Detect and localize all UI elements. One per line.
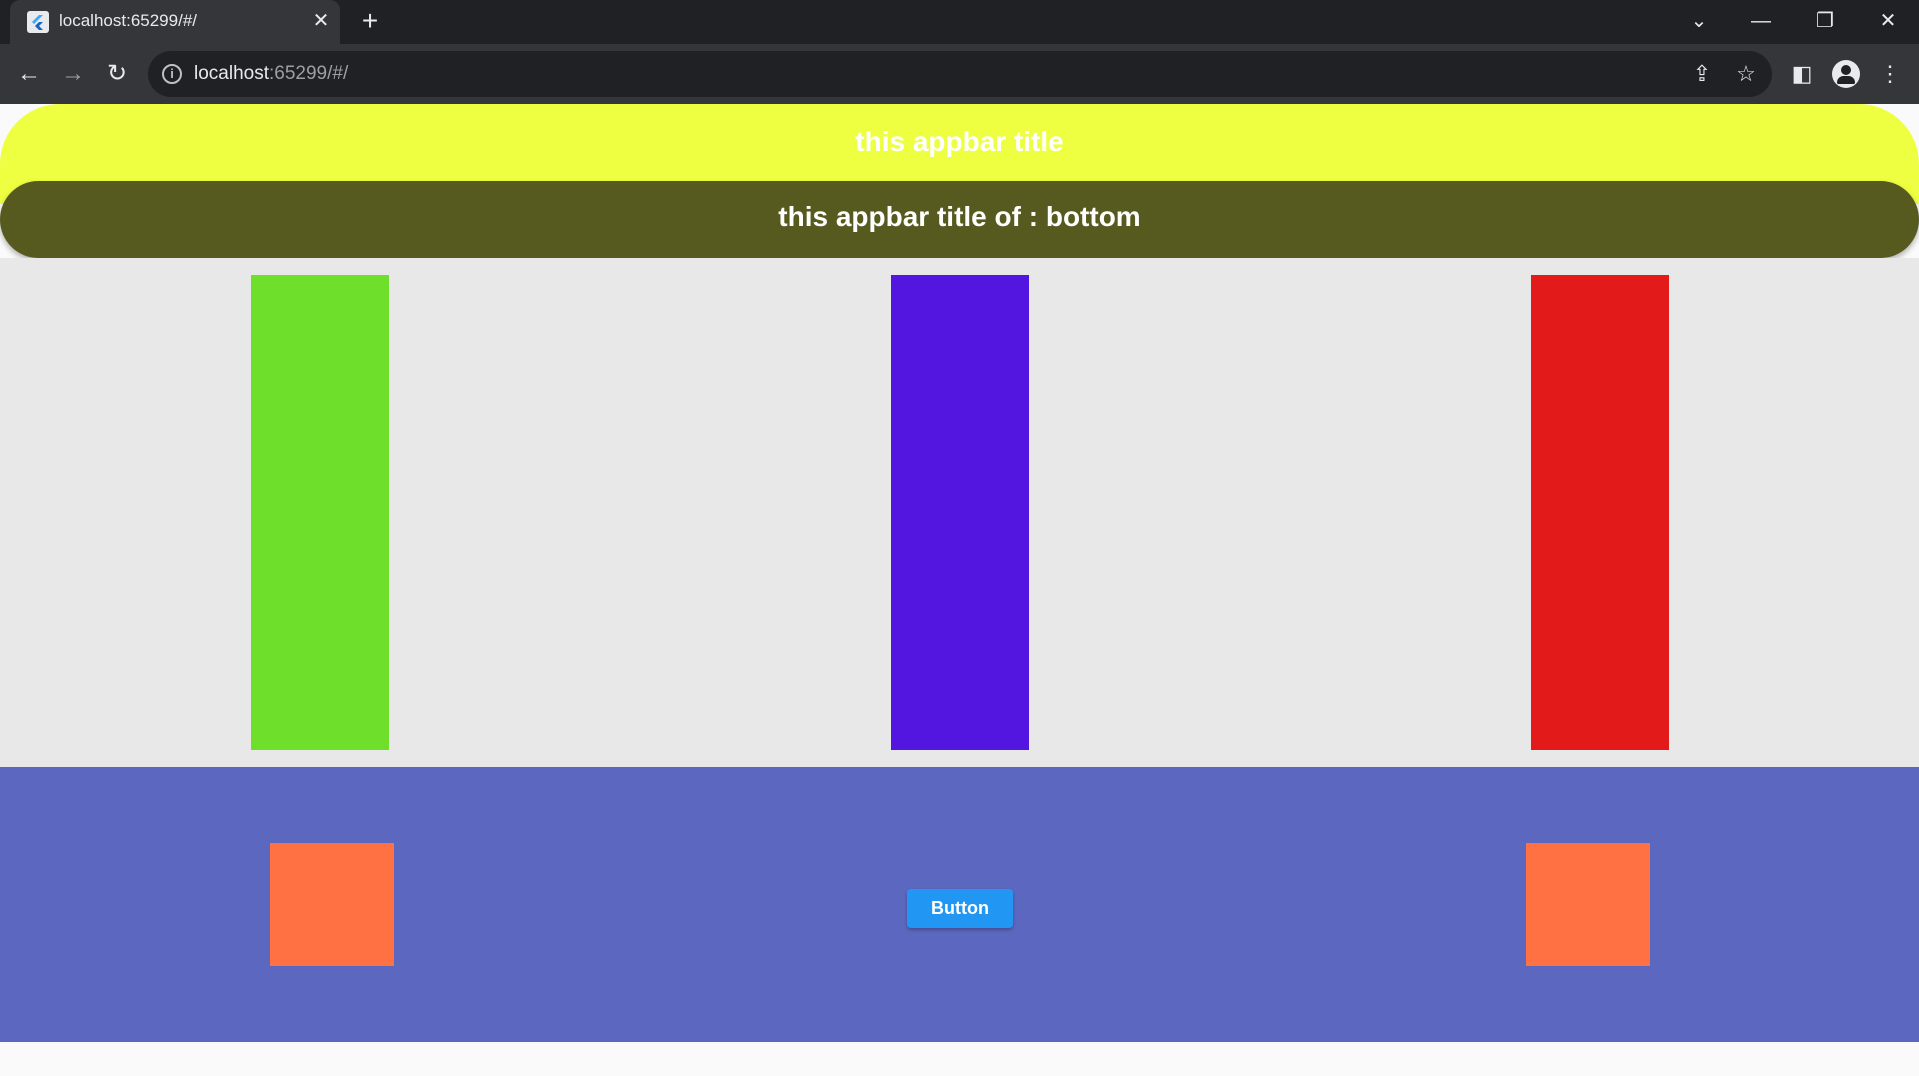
browser-toolbar: ← → ↻ i localhost:65299/#/ ⇪ ☆ ◧ ⋮ [0,44,1919,104]
forward-icon[interactable]: → [57,58,89,90]
bottom-section: Button [0,767,1919,1042]
url-host: localhost [194,63,269,84]
close-tab-icon[interactable]: ✕ [310,10,332,32]
url-text[interactable]: localhost:65299/#/ [194,63,348,85]
menu-kebab-icon[interactable]: ⋮ [1874,58,1906,90]
close-window-icon[interactable]: ✕ [1868,6,1908,36]
left-square [270,843,394,966]
app-bar-bottom: this appbar title of : bottom [0,181,1919,258]
purple-bar [891,275,1029,750]
flutter-favicon-icon [27,11,49,33]
app-bar-bottom-title: this appbar title of : bottom [778,201,1141,232]
address-bar[interactable]: i localhost:65299/#/ ⇪ ☆ [148,51,1772,97]
tab-title: localhost:65299/#/ [59,11,197,30]
right-square [1526,843,1650,966]
button[interactable]: Button [907,889,1013,928]
browser-tab[interactable]: localhost:65299/#/ ✕ [10,0,340,44]
profile-avatar-icon[interactable] [1832,60,1860,88]
site-info-icon[interactable]: i [162,64,182,84]
restore-icon[interactable]: ❐ [1805,6,1845,36]
reload-icon[interactable]: ↻ [101,58,133,90]
app-viewport: this appbar title this appbar title of :… [0,104,1919,1076]
red-bar [1531,275,1669,750]
bookmark-star-icon[interactable]: ☆ [1733,61,1759,87]
new-tab-icon[interactable]: + [356,7,384,36]
side-panel-icon[interactable]: ◧ [1786,58,1818,90]
app-bar-title: this appbar title [855,126,1064,157]
share-icon[interactable]: ⇪ [1689,61,1715,87]
body-row [0,258,1919,767]
url-path: :65299/#/ [269,63,349,84]
green-bar [251,275,389,750]
browser-tab-strip: localhost:65299/#/ ✕ + ⌄ — ❐ ✕ [0,0,1919,44]
tab-search-chevron-icon[interactable]: ⌄ [1679,6,1719,36]
back-icon[interactable]: ← [13,58,45,90]
minimize-icon[interactable]: — [1741,6,1781,36]
